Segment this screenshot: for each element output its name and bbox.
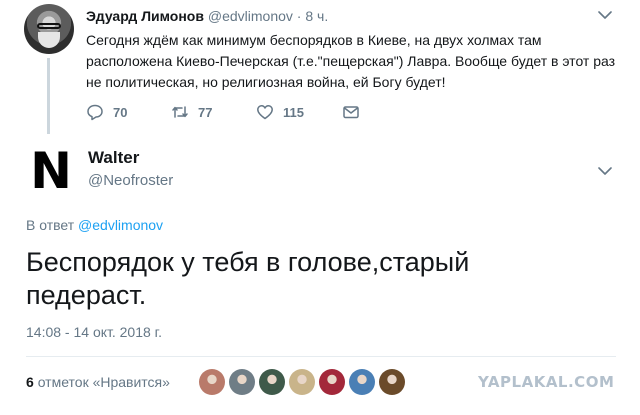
reply-button[interactable]: 70 [86,102,127,122]
parent-tweet-time[interactable]: 8 ч. [305,8,328,24]
watermark-logo: YAPLAKAL.COM [478,373,615,391]
thread-connector-line [47,58,50,134]
liker-avatar[interactable] [379,369,405,395]
main-author-handle[interactable]: @Neofroster [88,172,173,189]
parent-author-name[interactable]: Эдуард Лимонов [86,8,204,24]
chevron-down-icon[interactable] [598,166,612,176]
main-tweet-text: Беспорядок у тебя в голове,старый педера… [26,247,470,310]
reply-count: 70 [113,104,128,120]
like-count: 115 [283,104,304,120]
avatar-glasses [37,23,61,29]
parent-author-avatar[interactable] [24,4,74,54]
parent-tweet: Эдуард Лимонов @edvlimonov · 8 ч. Сегодн… [0,0,640,134]
divider [26,356,616,357]
like-button[interactable]: 115 [256,102,304,122]
liker-avatar[interactable] [289,369,315,395]
liker-avatar[interactable] [229,369,255,395]
reply-mention-link[interactable]: @edvlimonov [78,217,163,233]
reply-prefix: В ответ [26,217,75,233]
header-separator: · [296,8,302,24]
avatar-beard [38,32,60,48]
avatar-letter: N [30,142,72,200]
reply-context: В ответ @edvlimonov [26,217,163,233]
liker-avatar[interactable] [349,369,375,395]
main-author-name[interactable]: Walter [88,148,139,168]
tweet-timestamp[interactable]: 14:08 - 14 окт. 2018 г. [26,324,162,340]
chevron-down-icon[interactable] [598,10,612,20]
parent-tweet-text: Сегодня ждём как минимум беспорядков в К… [86,32,616,90]
likes-label: отметок «Нравится» [37,374,170,390]
retweet-icon [172,106,188,118]
reply-icon [87,104,103,121]
liker-avatar[interactable] [259,369,285,395]
parent-author-handle[interactable]: @edvlimonov [208,8,293,24]
liker-avatar[interactable] [199,369,225,395]
retweet-button[interactable]: 77 [171,102,212,122]
likes-summary[interactable]: 6 отметок «Нравится» [26,374,170,390]
direct-message-button[interactable] [342,102,360,122]
retweet-count: 77 [198,104,213,120]
parent-tweet-header: Эдуард Лимонов @edvlimonov · 8 ч. [86,8,328,24]
liker-avatar[interactable] [319,369,345,395]
likes-count: 6 [26,374,34,390]
main-author-avatar[interactable]: N [26,146,76,196]
like-icon [257,105,273,120]
message-icon [343,106,359,119]
